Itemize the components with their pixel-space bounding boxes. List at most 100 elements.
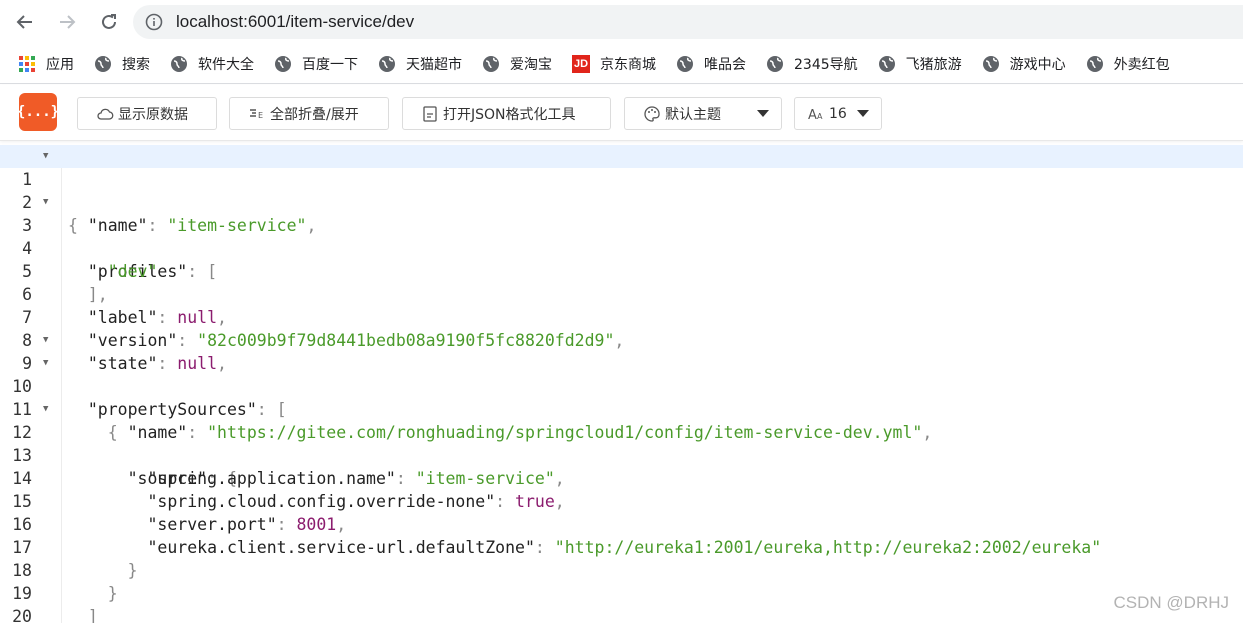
- fold-all-label: 全部折叠/展开: [270, 106, 359, 123]
- bookmark-label: 外卖红包: [1113, 56, 1170, 73]
- csdn-watermark: CSDN @DRHJ: [1113, 593, 1229, 612]
- globe-icon: [766, 55, 784, 73]
- bookmark-label: 百度一下: [302, 56, 358, 73]
- jd-badge: JD: [572, 54, 590, 73]
- theme-label: 默认主题: [665, 106, 721, 123]
- bookmark-games[interactable]: 游戏中心: [982, 54, 1066, 74]
- open-formatter-label: 打开JSON格式化工具: [443, 106, 576, 123]
- globe-icon: [676, 55, 694, 73]
- bookmark-software[interactable]: 软件大全: [170, 54, 254, 74]
- fold-toggle-icon[interactable]: ▼: [43, 329, 48, 352]
- json-viewer-logo[interactable]: {...}: [17, 93, 59, 131]
- show-raw-label: 显示原数据: [118, 106, 188, 123]
- svg-text:A: A: [817, 112, 823, 121]
- code-line: 15 "server.port": 8001,: [0, 467, 1243, 534]
- globe-icon: [982, 55, 1000, 73]
- back-button[interactable]: [12, 9, 38, 35]
- arrow-right-icon: [60, 15, 76, 29]
- bookmark-vip[interactable]: 唯品会: [676, 54, 746, 74]
- json-file-icon: [423, 105, 437, 122]
- bookmark-label: 天猫超市: [406, 56, 462, 73]
- globe-icon: [170, 55, 188, 73]
- fold-icon: E: [250, 108, 263, 120]
- globe-icon: [878, 55, 896, 73]
- fold-toggle-icon[interactable]: ▼: [43, 398, 48, 421]
- bookmark-jd[interactable]: JD 京东商城: [572, 54, 656, 74]
- code-line: 6 "label": null,: [0, 260, 1243, 327]
- fold-toggle-icon[interactable]: ▼: [43, 191, 48, 214]
- chevron-down-icon: [857, 110, 869, 117]
- code-line: 5 ],: [0, 237, 1243, 304]
- url-text: localhost:6001/item-service/dev: [176, 12, 414, 32]
- reload-button[interactable]: [96, 9, 122, 35]
- palette-icon: [644, 105, 660, 122]
- code-line: 4 "dev": [0, 214, 1243, 281]
- svg-text:A: A: [808, 108, 817, 123]
- code-line: 16 "eureka.client.service-url.defaultZon…: [0, 490, 1243, 557]
- bookmarks-bar: 应用 搜索 软件大全 百度一下 天猫超市 爱淘宝 JD 京东商城 唯品会 234…: [0, 44, 1243, 84]
- arrow-left-icon: [16, 15, 32, 29]
- bookmark-label: 京东商城: [600, 56, 656, 73]
- json-code-view[interactable]: 1 ▼ { 2 "name": "item-service", 3 ▼ "pro…: [0, 145, 1243, 623]
- json-viewer-toolbar: {...} 显示原数据 E 全部折叠/展开 打开JSON格式化工具 默认主题 A…: [0, 85, 1243, 141]
- font-size-value: 16: [829, 105, 847, 122]
- line-number: 20: [12, 607, 32, 623]
- font-size-icon: AA: [808, 108, 823, 123]
- bookmark-label: 飞猪旅游: [905, 56, 962, 73]
- chevron-down-icon: [757, 110, 769, 117]
- bookmark-2345[interactable]: 2345导航: [766, 54, 858, 74]
- code-line: 8 "state": null,: [0, 306, 1243, 373]
- bookmark-takeout[interactable]: 外卖红包: [1086, 54, 1170, 74]
- address-bar[interactable]: localhost:6001/item-service/dev: [133, 5, 1243, 39]
- font-size-select[interactable]: AA 16: [794, 97, 882, 130]
- bookmark-fliggy[interactable]: 飞猪旅游: [878, 54, 962, 74]
- bookmark-label: 2345导航: [794, 56, 858, 73]
- globe-icon: [482, 55, 500, 73]
- bookmark-label: 软件大全: [198, 56, 254, 73]
- bookmark-label: 搜索: [122, 56, 150, 73]
- show-raw-button[interactable]: 显示原数据: [77, 97, 217, 130]
- code-line: 17 }: [0, 513, 1243, 580]
- code-line: 1 ▼ {: [0, 145, 1243, 235]
- open-formatter-button[interactable]: 打开JSON格式化工具: [402, 97, 611, 130]
- apps-grid-icon: [18, 55, 36, 73]
- info-icon: [145, 13, 163, 31]
- code-line: 7 "version": "82c009b9f79d8441bedb08a919…: [0, 283, 1243, 350]
- fold-toggle-icon[interactable]: ▼: [43, 145, 48, 168]
- jd-logo-icon: JD: [572, 54, 590, 73]
- fold-all-button[interactable]: E 全部折叠/展开: [229, 97, 389, 130]
- code-line: 10 ▼ {: [0, 352, 1243, 442]
- globe-icon: [274, 55, 292, 73]
- bookmark-label: 唯品会: [704, 56, 746, 73]
- globe-icon: [94, 55, 112, 73]
- forward-button[interactable]: [54, 9, 80, 35]
- bookmark-baidu[interactable]: 百度一下: [274, 54, 358, 74]
- code-line: 11 "name": "https://gitee.com/ronghuadin…: [0, 375, 1243, 442]
- fold-toggle-icon[interactable]: ▼: [43, 352, 48, 375]
- globe-icon: [378, 55, 396, 73]
- code-line: 20 }: [0, 582, 1243, 623]
- browser-toolbar: localhost:6001/item-service/dev: [0, 0, 1243, 44]
- code-line: 3 ▼ "profiles": [: [0, 191, 1243, 281]
- cloud-icon: [97, 108, 114, 120]
- code-line: 12 ▼ "source": {: [0, 398, 1243, 488]
- globe-icon: [1086, 55, 1104, 73]
- bookmark-label: 游戏中心: [1009, 56, 1066, 73]
- code-line: 13 "spring.application.name": "item-serv…: [0, 421, 1243, 488]
- code-line: 2 "name": "item-service",: [0, 168, 1243, 235]
- code-line: 9 ▼ "propertySources": [: [0, 329, 1243, 419]
- bookmark-aitaobao[interactable]: 爱淘宝: [482, 54, 552, 74]
- code-line: 18 }: [0, 536, 1243, 603]
- bookmark-tmall[interactable]: 天猫超市: [378, 54, 462, 74]
- theme-select[interactable]: 默认主题: [624, 97, 782, 130]
- svg-text:E: E: [258, 111, 263, 120]
- bookmark-search[interactable]: 搜索: [94, 54, 150, 74]
- code-line: 14 "spring.cloud.config.override-none": …: [0, 444, 1243, 511]
- bookmark-apps[interactable]: 应用: [18, 54, 74, 74]
- url-host: localhost: [176, 12, 244, 31]
- code-line: 19 ]: [0, 559, 1243, 623]
- reload-icon: [102, 14, 116, 29]
- bookmark-label: 应用: [46, 56, 74, 73]
- bookmark-label: 爱淘宝: [510, 56, 552, 73]
- url-path: :6001/item-service/dev: [243, 12, 415, 31]
